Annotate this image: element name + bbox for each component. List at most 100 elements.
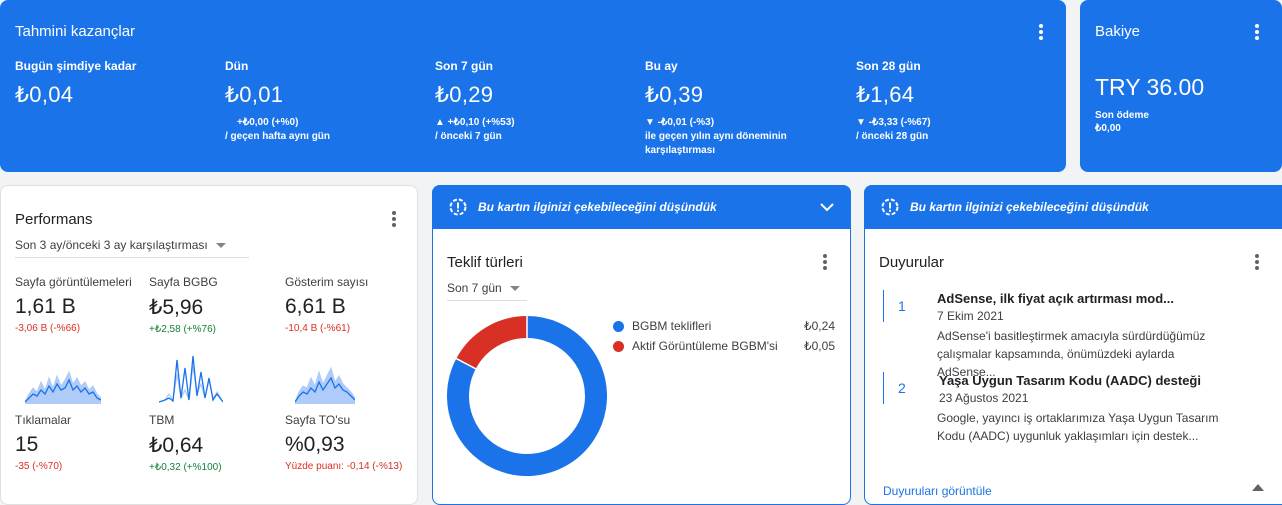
suggestion-banner: Bu kartın ilginizi çekebileceğini düşünd… (864, 185, 1282, 229)
perf-metric-label: Gösterim sayısı (285, 275, 369, 289)
metric-comparison-cont: karşılaştırması (645, 145, 716, 156)
suggestion-banner: Bu kartın ilginizi çekebileceğini düşünd… (432, 185, 851, 229)
metric-yesterday: Dün ₺0,01 +₺0,00 (+%0) / geçen hafta ayn… (225, 59, 330, 144)
metric-comparison: / geçen hafta aynı gün (225, 131, 331, 142)
perf-metric-clicks[interactable]: Tıklamalar 15 -35 (-%70) (15, 413, 137, 472)
perf-metric-value: ₺0,64 (149, 434, 204, 457)
metric-value: ₺0,01 (225, 82, 284, 107)
announcements-menu-icon[interactable] (1248, 253, 1266, 271)
balance-title: Bakiye (1095, 23, 1141, 40)
metric-last-28-days: Son 28 gün ₺1,64 ▼ -₺3,33 (-%67) / öncek… (856, 59, 931, 144)
period-dropdown[interactable]: Son 3 ay/önceki 3 ay karşılaştırması (15, 238, 249, 258)
bid-types-menu-icon[interactable] (816, 253, 834, 271)
legend-swatch (613, 320, 624, 332)
metric-value: ₺0,39 (645, 82, 704, 107)
announcement-date: 7 Ekim 2021 (937, 309, 1004, 323)
view-announcements-link[interactable]: Duyuruları görüntüle (883, 484, 992, 498)
balance-value: TRY 36.00 (1095, 74, 1205, 100)
suggestion-banner-text: Bu kartın ilginizi çekebileceğini düşünd… (910, 200, 1149, 214)
announcement-title: Yaşa Uygun Tasarım Kodu (AADC) desteği (939, 373, 1201, 388)
bid-period-dropdown[interactable]: Son 7 gün (447, 281, 527, 301)
earnings-card: Tahmini kazançlar Bugün şimdiye kadar ₺0… (0, 0, 1066, 172)
metric-change: +₺0,00 (+%0) (237, 117, 299, 128)
announcement-item[interactable]: 2 Yaşa Uygun Tasarım Kodu (AADC) desteği… (883, 372, 1273, 443)
perf-metric-page-ctr[interactable]: Sayfa TO'su %0,93 Yüzde puanı: -0,14 (-%… (285, 413, 403, 472)
performance-title: Performans (15, 211, 93, 228)
metric-comparison: / önceki 28 gün (856, 131, 929, 142)
alert-icon (449, 198, 467, 216)
announcement-item[interactable]: 1 AdSense, ilk fiyat açık artırması mod.… (883, 290, 1273, 379)
metric-label: Son 28 gün (856, 59, 921, 73)
perf-metric-impressions[interactable]: Gösterim sayısı 6,61 B -10,4 B (-%61) (285, 275, 407, 334)
last-payment-value: ₺0,00 (1095, 123, 1121, 134)
metric-value: ₺0,04 (15, 82, 74, 107)
legend-label: BGBM teklifleri (632, 319, 712, 333)
perf-metric-pageviews[interactable]: Sayfa görüntülemeleri 1,61 B -3,06 B (-%… (15, 275, 137, 334)
perf-metric-label: TBM (149, 413, 175, 427)
perf-metric-value: 15 (15, 433, 39, 456)
perf-metric-label: Sayfa TO'su (285, 413, 351, 427)
announcements-title: Duyurular (879, 254, 945, 271)
bid-period-dropdown-label: Son 7 gün (447, 281, 502, 295)
perf-metric-label: Sayfa görüntülemeleri (15, 275, 132, 289)
perf-metric-label: Tıklamalar (15, 413, 72, 427)
period-dropdown-label: Son 3 ay/önceki 3 ay karşılaştırması (15, 238, 208, 252)
metric-change: ▼ -₺0,01 (-%3) (645, 117, 715, 128)
performance-menu-icon[interactable] (385, 210, 403, 228)
metric-change: ▼ -₺3,33 (-%67) (856, 117, 931, 128)
metric-this-month: Bu ay ₺0,39 ▼ -₺0,01 (-%3) ile geçen yıl… (645, 59, 787, 158)
perf-metric-change: Yüzde puanı: -0,14 (-%13) (285, 461, 403, 472)
announcement-body: Google, yayıncı iş ortaklarımıza Yaşa Uy… (937, 411, 1219, 443)
metric-label: Dün (225, 59, 249, 73)
chevron-down-icon (509, 285, 520, 291)
perf-metric-change: -3,06 B (-%66) (15, 323, 81, 334)
legend-value: ₺0,24 (804, 319, 835, 333)
bid-types-card: Bu kartın ilginizi çekebileceğini düşünd… (432, 185, 851, 505)
legend-swatch (613, 340, 624, 352)
metric-label: Son 7 gün (435, 59, 493, 73)
chevron-up-icon[interactable] (1251, 482, 1265, 492)
perf-metric-change: -35 (-%70) (15, 461, 63, 472)
earnings-menu-icon[interactable] (1032, 23, 1050, 41)
balance-menu-icon[interactable] (1248, 23, 1266, 41)
sparkline-impressions (295, 366, 355, 404)
perf-metric-value: %0,93 (285, 433, 345, 456)
announcement-date: 23 Ağustos 2021 (939, 391, 1029, 405)
metric-last-7-days: Son 7 gün ₺0,29 ▲ +₺0,10 (+%53) / önceki… (435, 59, 515, 144)
metric-label: Bu ay (645, 59, 678, 73)
metric-today: Bugün şimdiye kadar ₺0,04 (15, 59, 136, 108)
sparkline-pageviews (25, 370, 101, 404)
perf-metric-label: Sayfa BGBG (149, 275, 218, 289)
announcement-title: AdSense, ilk fiyat açık artırması mod... (937, 291, 1174, 306)
perf-metric-value: 6,61 B (285, 295, 346, 318)
legend-item-active-view-cpm: Aktif Görüntüleme BGBM'si ₺0,05 (613, 339, 835, 353)
announcement-number: 2 (883, 372, 906, 404)
earnings-title: Tahmini kazançlar (15, 23, 136, 40)
last-payment-label: Son ödeme (1095, 110, 1149, 121)
legend-item-cpm-bids: BGBM teklifleri ₺0,24 (613, 319, 835, 333)
donut-slice-active-view-cpm (456, 316, 528, 370)
alert-icon (881, 198, 899, 216)
metric-comparison: ile geçen yılın aynı döneminin (645, 131, 787, 142)
sparkline-page-rpm (159, 355, 223, 403)
perf-metric-change: -10,4 B (-%61) (285, 323, 351, 334)
chevron-down-icon (215, 242, 226, 248)
metric-comparison: / önceki 7 gün (435, 131, 502, 142)
performance-card: Performans Son 3 ay/önceki 3 ay karşılaş… (0, 185, 418, 505)
announcements-card: Bu kartın ilginizi çekebileceğini düşünd… (864, 185, 1282, 505)
legend-value: ₺0,05 (804, 339, 835, 353)
perf-metric-change: +₺0,32 (+%100) (149, 462, 222, 473)
suggestion-banner-text: Bu kartın ilginizi çekebileceğini düşünd… (478, 200, 717, 214)
metric-label: Bugün şimdiye kadar (15, 59, 137, 73)
perf-metric-change: +₺2,58 (+%76) (149, 324, 216, 335)
perf-metric-page-rpm[interactable]: Sayfa BGBG ₺5,96 +₺2,58 (+%76) (149, 275, 271, 335)
metric-change: ▲ +₺0,10 (+%53) (435, 117, 515, 128)
perf-metric-cpc[interactable]: TBM ₺0,64 +₺0,32 (+%100) (149, 413, 271, 473)
legend-label: Aktif Görüntüleme BGBM'si (632, 339, 778, 353)
perf-metric-value: ₺5,96 (149, 296, 204, 319)
chevron-down-icon[interactable] (819, 199, 835, 215)
perf-metric-value: 1,61 B (15, 295, 76, 318)
balance-card: Bakiye TRY 36.00 Son ödeme ₺0,00 (1080, 0, 1282, 172)
metric-value: ₺1,64 (856, 82, 915, 107)
bid-types-donut-chart (447, 316, 607, 476)
